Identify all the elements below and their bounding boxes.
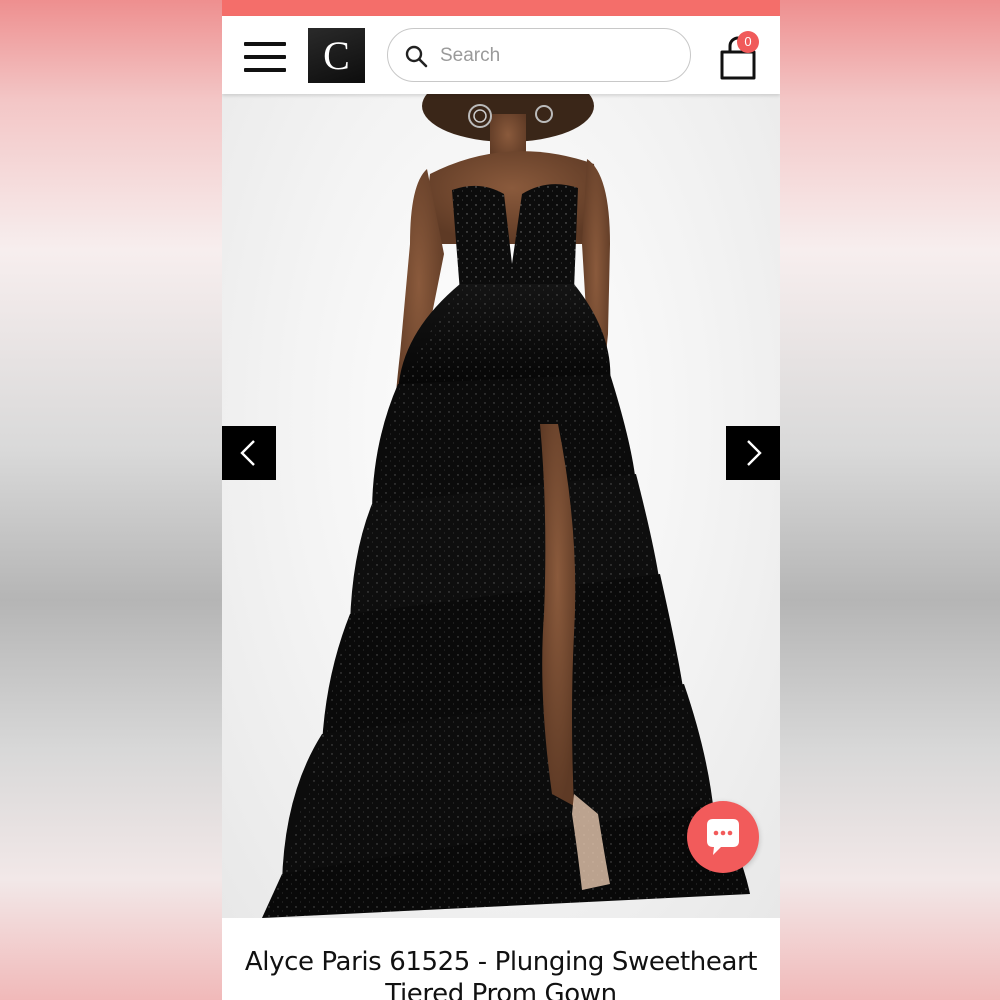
top-accent-bar	[222, 0, 780, 16]
chevron-right-icon	[747, 440, 762, 466]
hamburger-icon	[244, 42, 286, 46]
site-header: C 0	[222, 16, 780, 94]
search-input[interactable]	[438, 39, 672, 73]
prev-image-button[interactable]	[222, 426, 276, 480]
product-title: Alyce Paris 61525 - Plunging Sweetheart …	[222, 946, 780, 1000]
product-image[interactable]	[222, 94, 780, 918]
chevron-left-icon	[240, 440, 255, 466]
cart-count-badge: 0	[737, 31, 759, 53]
search-icon	[405, 45, 428, 68]
search-bar[interactable]	[387, 28, 691, 82]
product-title-line1: Alyce Paris 61525 - Plunging Sweetheart	[244, 947, 758, 977]
brand-logo[interactable]: C	[308, 28, 365, 83]
chat-button[interactable]	[687, 801, 759, 873]
menu-button[interactable]	[244, 42, 286, 74]
chat-bubble-icon	[707, 819, 739, 855]
next-image-button[interactable]	[726, 426, 780, 480]
phone-screen: C 0	[222, 0, 780, 1000]
product-title-line2: Tiered Prom Gown	[385, 979, 617, 1000]
gown-model-photo	[262, 94, 750, 918]
